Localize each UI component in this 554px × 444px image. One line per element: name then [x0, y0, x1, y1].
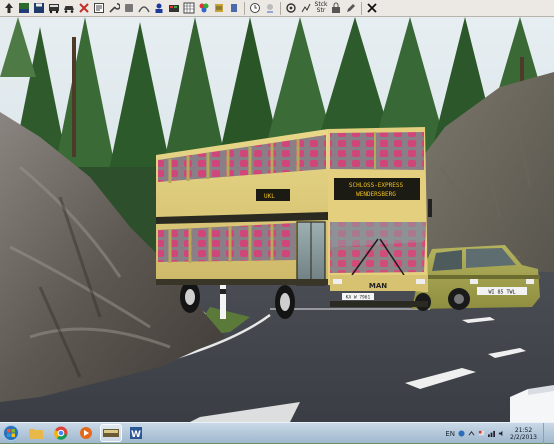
simulation-viewport[interactable]: WI 85 TWL SCHLOSS-EXPRESS WENDERSBERG UK… [0, 17, 554, 422]
chrome-icon [54, 426, 68, 440]
destination-line1: SCHLOSS-EXPRESS [349, 182, 404, 189]
toolbar-separator [280, 1, 281, 15]
volume-icon[interactable] [498, 430, 505, 437]
wrench-icon[interactable] [107, 1, 121, 15]
close-icon[interactable] [365, 1, 379, 15]
show-desktop-button[interactable] [543, 423, 550, 444]
media-player-icon [80, 427, 92, 439]
bus-front-plate: KA W 7961 [346, 295, 371, 301]
car-icon[interactable] [62, 1, 76, 15]
taskbar-media-player[interactable] [75, 424, 97, 442]
edit-icon[interactable] [344, 1, 358, 15]
word-icon: W [130, 427, 142, 440]
driver-icon[interactable] [152, 1, 166, 15]
save-icon[interactable] [32, 1, 46, 15]
taskbar-word[interactable]: W [125, 424, 147, 442]
taskbar-chrome[interactable] [50, 424, 72, 442]
taskbar-omsi[interactable] [100, 424, 122, 442]
taskbar-explorer[interactable] [25, 424, 47, 442]
flag-tray-icon[interactable] [478, 430, 485, 437]
weather-icon[interactable] [263, 1, 277, 15]
language-indicator[interactable]: EN [445, 430, 455, 438]
windows-logo-icon [3, 425, 19, 441]
system-tray: EN 21:52 2/2/2013 [445, 423, 554, 444]
windows-taskbar: W EN 21:52 2/2/2013 [0, 422, 554, 444]
paint-icon[interactable] [167, 1, 181, 15]
clock-time: 21:52 [514, 426, 533, 434]
editor-toolbar: Stck Str [0, 0, 554, 17]
toolbar-separator [361, 1, 362, 15]
spline-icon[interactable] [137, 1, 151, 15]
bus-app-icon [103, 429, 119, 437]
tickets-icon[interactable] [212, 1, 226, 15]
object-icon[interactable] [122, 1, 136, 15]
route-number: UKL [264, 193, 275, 200]
stack-label-bottom: Str [316, 7, 326, 14]
clock-icon[interactable] [248, 1, 262, 15]
flag-icon[interactable] [197, 1, 211, 15]
timetable-grid-icon[interactable] [182, 1, 196, 15]
destination-line2: WENDERSBERG [356, 191, 396, 198]
start-button[interactable] [0, 423, 22, 444]
lock-icon[interactable] [329, 1, 343, 15]
clock-date: 2/2/2013 [510, 433, 537, 441]
camera-icon[interactable] [284, 1, 298, 15]
bus-icon[interactable] [47, 1, 61, 15]
timetable-icon[interactable] [92, 1, 106, 15]
bus-brand: MAN [369, 282, 387, 290]
fps-icon[interactable] [299, 1, 313, 15]
car-plate: WI 85 TWL [488, 290, 515, 296]
stack-icon[interactable]: Stck Str [314, 1, 328, 15]
up-arrow-icon[interactable] [2, 1, 16, 15]
stop-icon[interactable] [227, 1, 241, 15]
cross-icon[interactable] [77, 1, 91, 15]
clock[interactable]: 21:52 2/2/2013 [510, 427, 537, 441]
help-icon[interactable] [458, 430, 465, 437]
toolbar-separator [244, 1, 245, 15]
folder-icon [29, 429, 43, 439]
up-chevron-icon[interactable] [468, 430, 475, 437]
svg-text:W: W [131, 430, 141, 440]
terrain-icon[interactable] [17, 1, 31, 15]
network-icon[interactable] [488, 430, 496, 437]
